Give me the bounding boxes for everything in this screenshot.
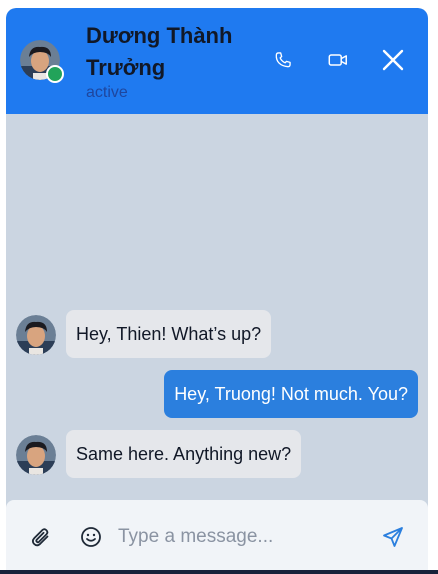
- contact-avatar[interactable]: [20, 40, 64, 83]
- sender-avatar: [16, 315, 56, 355]
- message-bubble-incoming: Same here. Anything new?: [66, 430, 302, 478]
- message-list[interactable]: Hey, Thien! What’s up? Hey, Truong! Not …: [6, 114, 428, 500]
- chat-header: Dương Thành Trưởng active: [6, 8, 428, 114]
- video-camera-icon: [328, 54, 347, 66]
- chat-window: Dương Thành Trưởng active Hey, Thien! Wh…: [6, 8, 428, 574]
- emoji-button[interactable]: [78, 524, 104, 550]
- video-call-button[interactable]: [324, 46, 352, 74]
- phone-icon: [275, 52, 291, 68]
- contact-name: Dương Thành Trưởng: [86, 23, 233, 80]
- paperclip-icon: [31, 528, 49, 547]
- smiley-icon: [81, 527, 101, 547]
- online-status-dot: [46, 65, 64, 83]
- message-bubble-outgoing: Hey, Truong! Not much. You?: [164, 370, 418, 418]
- call-button[interactable]: [269, 46, 297, 74]
- message-input[interactable]: [116, 520, 370, 554]
- attach-button[interactable]: [28, 524, 54, 550]
- message-bubble-incoming: Hey, Thien! What’s up?: [66, 310, 272, 358]
- close-button[interactable]: [379, 46, 407, 74]
- contact-status: active: [86, 84, 128, 101]
- message-composer: [6, 500, 428, 574]
- send-icon: [383, 527, 403, 547]
- close-icon: [382, 49, 404, 71]
- sender-avatar: [16, 435, 56, 475]
- bottom-edge-bar: [0, 570, 438, 574]
- send-button[interactable]: [380, 524, 406, 550]
